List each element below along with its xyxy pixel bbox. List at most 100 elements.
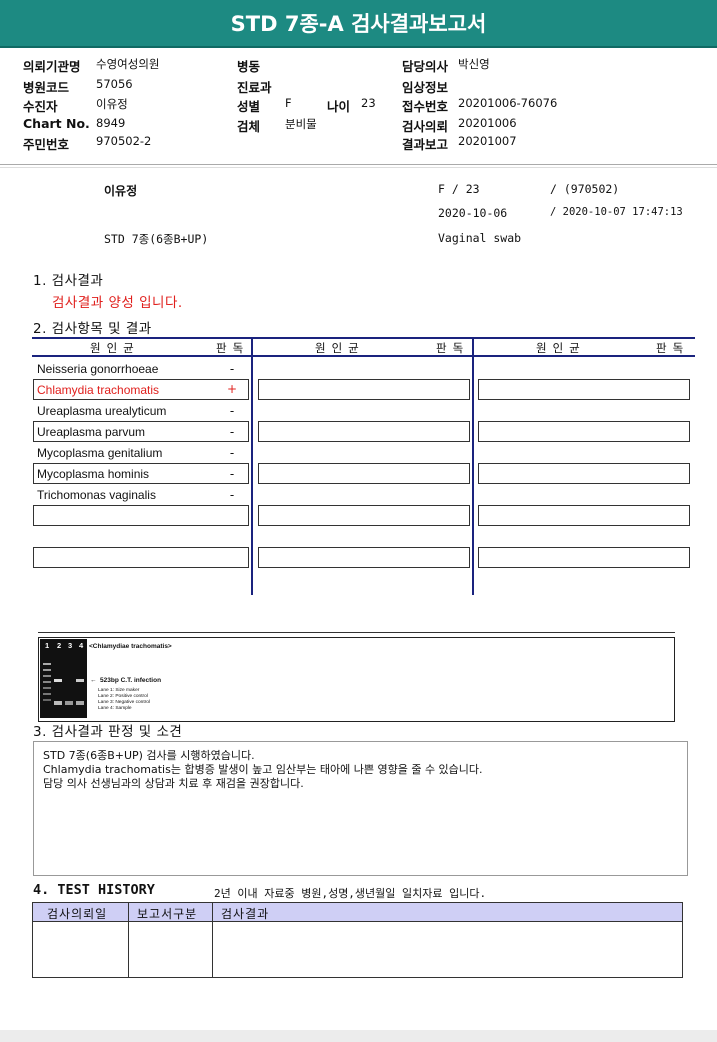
institution-label: 의뢰기관명 — [23, 59, 81, 74]
ward-label: 병동 — [237, 59, 261, 74]
gel-lane-2: 2 — [57, 641, 62, 650]
pathogen-name: Neisseria gonorrhoeae — [37, 362, 159, 376]
history-header-report-type: 보고서구분 — [137, 907, 198, 921]
pathogen-result-positive: + — [226, 382, 238, 396]
col-head-result-1: 판독 — [216, 341, 250, 355]
history-col-divider-2 — [212, 903, 213, 977]
col-head-result-3: 판독 — [656, 341, 690, 355]
section3-title: 3. 검사결과 판정 및 소견 — [33, 724, 183, 740]
info-divider — [0, 164, 717, 165]
pathogen-name: Ureaplasma urealyticum — [37, 404, 167, 418]
result-box-row4-col2 — [258, 421, 470, 442]
history-table: 검사의뢰일 보고서구분 검사결과 — [32, 902, 683, 978]
report-label: 결과보고 — [402, 137, 449, 152]
receipt-value: 20201006-76076 — [458, 96, 558, 110]
request-label: 검사의뢰 — [402, 119, 449, 134]
summary-name: 이유정 — [104, 184, 138, 198]
doctor-value: 박신영 — [458, 57, 490, 71]
pathogen-name: Trichomonas vaginalis — [37, 488, 156, 502]
result-box-row10-col2 — [258, 547, 470, 568]
result-box-row10-col3 — [478, 547, 690, 568]
page-footer-bar — [0, 1030, 717, 1042]
summary-test-name: STD 7종(6종B+UP) — [104, 232, 209, 246]
result-box-row8-col3 — [478, 505, 690, 526]
gel-title: <Chlamydiae trachomatis> — [89, 643, 172, 650]
age-label: 나이 — [327, 99, 351, 114]
pathogen-result: - — [229, 362, 235, 376]
table-divider-1 — [251, 337, 253, 595]
pathogen-name-positive: Chlamydia trachomatis — [37, 383, 160, 397]
history-col-divider-1 — [128, 903, 129, 977]
institution-value: 수영여성의원 — [96, 57, 160, 71]
pathogen-result: - — [229, 404, 235, 418]
opinion-line-3: 담당 의사 선생님과의 상담과 치료 후 재검을 권장합니다. — [43, 777, 304, 790]
history-header-request-date: 검사의뢰일 — [47, 907, 108, 921]
table-top-rule — [32, 337, 695, 339]
age-value: 23 — [361, 96, 376, 110]
pathogen-result: - — [229, 467, 235, 481]
summary-specimen: Vaginal swab — [438, 231, 522, 245]
pathogen-name: Mycoplasma genitalium — [37, 446, 163, 460]
hospital-code-label: 병원코드 — [23, 80, 70, 95]
pathogen-name: Mycoplasma hominis — [37, 467, 150, 481]
result-box-row8-col1 — [33, 505, 249, 526]
sex-value: F — [285, 96, 292, 110]
gel-bands-graphic — [40, 639, 87, 718]
chart-no-value: 8949 — [96, 116, 126, 130]
info-divider-shadow — [0, 167, 717, 168]
patient-label: 수진자 — [23, 99, 58, 114]
request-value: 20201006 — [458, 116, 517, 130]
gel-lane-4: 4 — [79, 641, 84, 650]
history-header-result: 검사결과 — [221, 907, 270, 921]
gel-lane-1: 1 — [45, 641, 50, 650]
pathogen-name: Ureaplasma parvum — [37, 425, 146, 439]
gel-electrophoresis-image — [40, 639, 87, 718]
specimen-label: 검체 — [237, 119, 261, 134]
patient-value: 이유정 — [96, 97, 128, 111]
pathogen-result: - — [229, 446, 235, 460]
result-box-row10-col1 — [33, 547, 249, 568]
gel-top-rule — [38, 632, 675, 633]
sex-label: 성별 — [237, 99, 261, 114]
col-head-pathogen-2: 원인균 — [315, 341, 365, 355]
doctor-label: 담당의사 — [402, 59, 449, 74]
gel-legend-4: Lane 4: Sample — [98, 706, 132, 711]
table-divider-2 — [472, 337, 474, 595]
gel-arrow-icon: ← — [90, 677, 97, 684]
gel-legend-1: Lane 1: Size maker — [98, 688, 140, 693]
col-head-result-2: 판독 — [436, 341, 470, 355]
col-head-pathogen-1: 원인균 — [90, 341, 140, 355]
result-box-row2-col2 — [258, 379, 470, 400]
section2-title: 2. 검사항목 및 결과 — [33, 321, 152, 337]
resident-no-value: 970502-2 — [96, 134, 152, 148]
result-box-row8-col2 — [258, 505, 470, 526]
section4-title: 4. TEST HISTORY — [33, 882, 155, 898]
clinical-label: 임상정보 — [402, 80, 449, 95]
specimen-value: 분비물 — [285, 117, 317, 131]
gel-legend-3: Lane 3: Negative control — [98, 700, 150, 705]
positive-result-message: 검사결과 양성 입니다. — [52, 295, 183, 311]
gel-legend-2: Lane 2: Positive control — [98, 694, 148, 699]
resident-no-label: 주민번호 — [23, 137, 70, 152]
gel-lane-3: 3 — [68, 641, 73, 650]
result-box-row4-col3 — [478, 421, 690, 442]
section1-title: 1. 검사결과 — [33, 273, 104, 289]
pathogen-result: - — [229, 488, 235, 502]
report-value: 20201007 — [458, 134, 517, 148]
dept-label: 진료과 — [237, 80, 272, 95]
result-box-row6-col2 — [258, 463, 470, 484]
pathogen-result: - — [229, 425, 235, 439]
summary-datetime: / 2020-10-07 17:47:13 — [550, 206, 683, 218]
summary-sex-age: F / 23 — [438, 182, 480, 196]
result-box-row2-col3 — [478, 379, 690, 400]
summary-date: 2020-10-06 — [438, 206, 508, 220]
chart-no-label: Chart No. — [23, 116, 90, 131]
result-box-row6-col3 — [478, 463, 690, 484]
history-table-header — [33, 903, 682, 922]
history-note: 2년 이내 자료중 병원,성명,생년월일 일치자료 입니다. — [214, 887, 487, 900]
summary-birth: / (970502) — [550, 182, 620, 196]
report-title: STD 7종-A 검사결과보고서 — [230, 12, 487, 36]
col-head-pathogen-3: 원인균 — [536, 341, 586, 355]
receipt-label: 접수번호 — [402, 99, 449, 114]
hospital-code-value: 57056 — [96, 77, 133, 91]
